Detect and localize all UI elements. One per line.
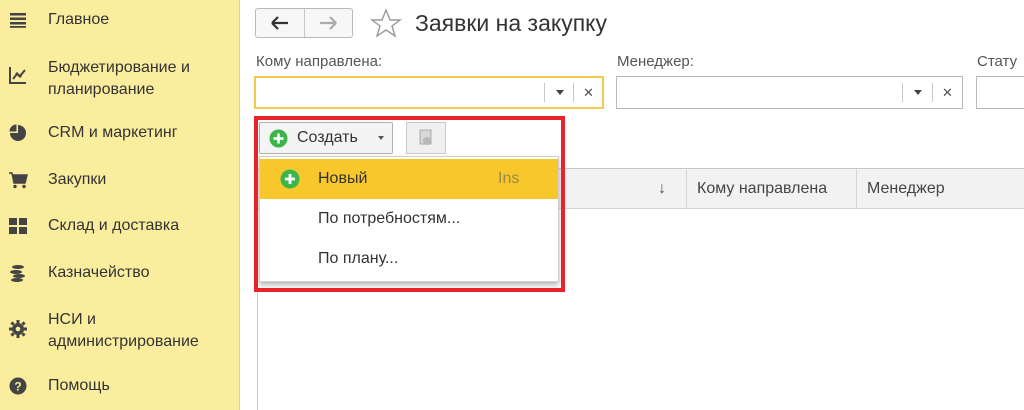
arrow-right-icon (320, 16, 338, 30)
sidebar-item-label: Казначейство (48, 264, 150, 281)
favorite-star-icon[interactable] (370, 8, 402, 38)
recipient-dropdown-button[interactable] (544, 83, 574, 102)
sidebar-item-main[interactable]: Главное (0, 9, 240, 33)
cart-icon (8, 170, 28, 190)
sidebar-item-label: Закупки (48, 171, 107, 188)
manager-dropdown-button[interactable] (902, 83, 932, 102)
sidebar-item-help[interactable]: ? Помощь (0, 375, 240, 399)
coins-icon (8, 263, 28, 283)
menu-item-label: По потребностям... (318, 210, 461, 227)
nav-buttons (255, 8, 353, 38)
sidebar-item-label: Бюджетирование и планирование (48, 59, 190, 98)
sort-arrow-icon[interactable]: ↓ (658, 169, 666, 209)
warehouse-grid-icon (8, 216, 28, 236)
caret-down-icon (378, 136, 384, 140)
recipient-filter-label: Кому направлена: (256, 53, 383, 70)
recipient-clear-button[interactable]: ✕ (573, 83, 603, 102)
document-action-button[interactable] (406, 122, 446, 154)
sidebar-item-label: НСИ и администрирование (48, 311, 199, 350)
chevron-down-icon (913, 90, 922, 95)
close-icon: ✕ (942, 84, 953, 100)
shortcut-hint: Ins (498, 170, 520, 187)
document-icon (419, 129, 432, 145)
column-header-manager[interactable]: Менеджер (856, 169, 1024, 209)
help-icon: ? (8, 376, 28, 396)
menu-item-label: По плану... (318, 250, 399, 267)
sidebar-item-label: Склад и доставка (48, 217, 180, 234)
svg-text:?: ? (14, 380, 21, 394)
recipient-filter-input[interactable]: ✕ (254, 76, 604, 109)
menu-item-by-plan[interactable]: По плану... (260, 239, 558, 279)
close-icon: ✕ (583, 84, 594, 100)
sidebar: Главное Бюджетирование и планирование CR… (0, 0, 240, 410)
plus-circle-icon (280, 169, 300, 189)
sidebar-item-label: Главное (48, 11, 110, 28)
menu-item-new[interactable]: Новый Ins (260, 159, 558, 199)
sidebar-item-purchases[interactable]: Закупки (0, 169, 240, 193)
sidebar-item-treasury[interactable]: Казначейство (0, 262, 240, 286)
create-button-label: Создать (297, 129, 358, 146)
sidebar-item-label: CRM и маркетинг (48, 124, 178, 141)
create-button[interactable]: Создать (259, 122, 393, 154)
sidebar-item-budgeting[interactable]: Бюджетирование и планирование (0, 57, 240, 101)
status-filter-label: Стату (977, 53, 1018, 70)
menu-item-label: Новый (318, 170, 368, 187)
status-filter-input[interactable] (976, 76, 1024, 109)
manager-filter-input[interactable]: ✕ (616, 76, 963, 109)
menu-item-by-needs[interactable]: По потребностям... (260, 199, 558, 239)
manager-filter-label: Менеджер: (617, 53, 694, 70)
sidebar-item-admin[interactable]: НСИ и администрирование (0, 309, 240, 353)
budget-chart-icon (8, 65, 28, 85)
arrow-left-icon (271, 16, 288, 30)
chevron-down-icon (555, 90, 564, 95)
sidebar-item-label: Помощь (48, 377, 110, 394)
menu-lines-icon (8, 10, 28, 30)
sidebar-item-crm[interactable]: CRM и маркетинг (0, 122, 240, 146)
main-content: Заявки на закупку Кому направлена: ✕ Мен… (241, 0, 1024, 410)
page-title: Заявки на закупку (415, 10, 607, 36)
gear-icon (8, 319, 28, 339)
column-header-recipient[interactable]: Кому направлена (686, 169, 856, 209)
plus-circle-icon (269, 129, 288, 148)
create-dropdown-menu: Новый Ins По потребностям... По плану... (259, 156, 559, 282)
pie-chart-icon (8, 123, 28, 143)
manager-clear-button[interactable]: ✕ (932, 83, 962, 102)
sidebar-item-warehouse[interactable]: Склад и доставка (0, 215, 240, 239)
forward-button[interactable] (303, 9, 352, 37)
back-button[interactable] (256, 9, 304, 37)
